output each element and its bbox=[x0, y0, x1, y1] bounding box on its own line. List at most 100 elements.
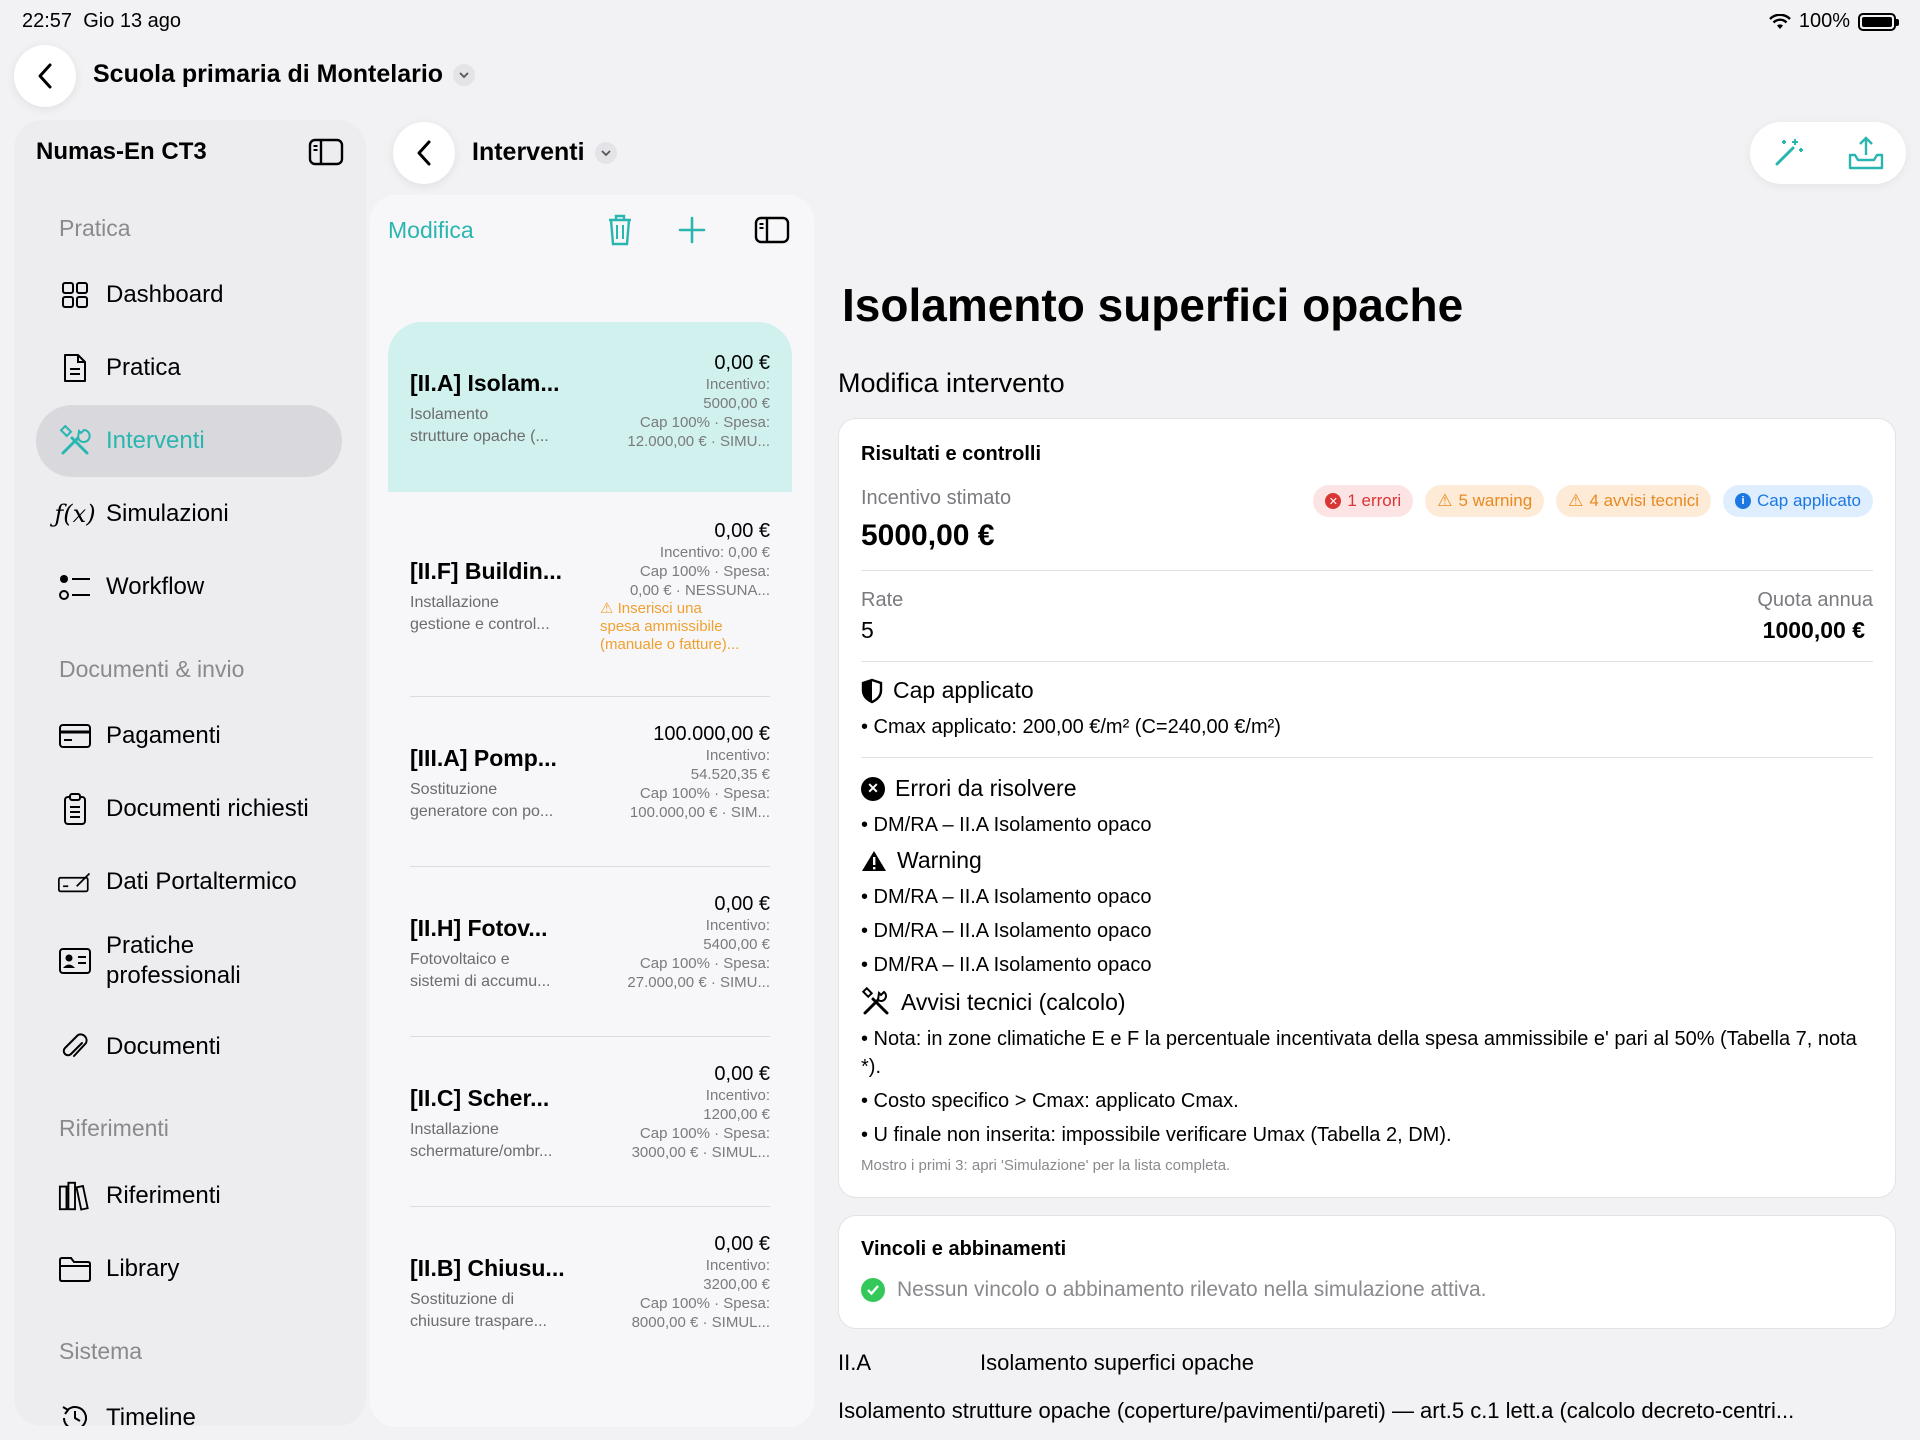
section-title: Modifica intervento bbox=[838, 368, 1065, 398]
error-circle-icon: ✕ bbox=[861, 776, 885, 801]
error-icon: ✕ bbox=[1325, 493, 1342, 509]
cap-badge[interactable]: i Cap applicato bbox=[1723, 485, 1873, 517]
sidebar-item-dashboard[interactable]: Dashboard bbox=[36, 259, 342, 331]
tech-line: • Nota: in zone climatiche E e F la perc… bbox=[861, 1028, 1857, 1078]
item-subtitle: Fotovoltaico e sistemi di accumu... bbox=[410, 951, 551, 990]
sidebar-item-label: Interventi bbox=[106, 427, 205, 454]
document-icon bbox=[58, 351, 92, 385]
sidebar-item-label: Dashboard bbox=[106, 281, 224, 308]
item-warning: ⚠ Inserisci una bbox=[600, 600, 702, 617]
list-title: Interventi bbox=[472, 138, 585, 166]
sidebar-item-documenti-richiesti[interactable]: Documenti richiesti bbox=[36, 773, 342, 845]
sidebar-item-label: Pratiche professionali bbox=[106, 932, 241, 989]
constraints-card: Vincoli e abbinamenti Nessun vincolo o a… bbox=[838, 1215, 1896, 1329]
edit-button[interactable]: Modifica bbox=[388, 217, 474, 244]
warning-icon: ⚠ bbox=[1437, 491, 1453, 510]
status-right: 100% bbox=[1768, 10, 1899, 33]
constraints-status: Nessun vincolo o abbinamento rilevato ne… bbox=[861, 1278, 1487, 1302]
chevron-left-icon bbox=[417, 140, 431, 166]
item-subtitle: Sostituzione di chiusure traspare... bbox=[410, 1291, 547, 1330]
sidebar-item-riferimenti[interactable]: Riferimenti bbox=[36, 1160, 342, 1232]
errors-badge[interactable]: ✕ 1 errori bbox=[1313, 485, 1414, 517]
list-back-button[interactable] bbox=[393, 122, 455, 184]
share-tray-icon[interactable] bbox=[1847, 135, 1885, 171]
tools-icon bbox=[58, 424, 92, 458]
back-button[interactable] bbox=[14, 45, 76, 107]
item-values: 0,00 € Incentivo: 0,00 € Cap 100% · Spes… bbox=[600, 520, 770, 653]
warning-icon: ⚠ bbox=[1568, 491, 1584, 510]
paperclip-icon bbox=[58, 1030, 92, 1064]
item-subtitle: Installazione gestione e control... bbox=[410, 594, 550, 633]
item-title: [II.H] Fotov... bbox=[410, 915, 548, 941]
sidebar-item-workflow[interactable]: Workflow bbox=[36, 551, 342, 623]
constraints-header: Vincoli e abbinamenti bbox=[861, 1238, 1067, 1260]
list-item[interactable]: [III.A] Pomp... Sostituzione generatore c… bbox=[388, 697, 792, 867]
item-title: [II.C] Scher... bbox=[410, 1085, 550, 1111]
list-item[interactable]: [II.B] Chiusu... Sostituzione di chiusure… bbox=[388, 1207, 792, 1377]
intervention-code: II.A bbox=[838, 1350, 872, 1375]
sidebar-title: Numas-En CT3 bbox=[36, 138, 207, 165]
warning-line: • DM/RA – II.A Isolamento opaco bbox=[861, 954, 1152, 976]
history-icon bbox=[58, 1401, 92, 1426]
sidebar-item-library[interactable]: Library bbox=[36, 1233, 342, 1305]
incentive-label: Incentivo stimato bbox=[861, 487, 1012, 509]
sidebar-item-label: Pratica bbox=[106, 354, 181, 381]
sidebar-item-label: Timeline bbox=[106, 1404, 196, 1426]
magic-wand-icon[interactable] bbox=[1771, 136, 1805, 170]
sidebar-item-timeline[interactable]: Timeline bbox=[36, 1382, 342, 1426]
trash-icon[interactable] bbox=[606, 213, 634, 247]
chevron-down-icon bbox=[453, 63, 476, 86]
project-title-menu[interactable]: Scuola primaria di Montelario bbox=[93, 60, 476, 89]
tech-badge[interactable]: ⚠ 4 avvisi tecnici bbox=[1556, 485, 1712, 517]
results-header: Risultati e controlli bbox=[861, 443, 1042, 465]
item-title: [III.A] Pomp... bbox=[410, 745, 557, 771]
sidebar-item-label: Documenti richiesti bbox=[106, 795, 309, 822]
tech-section-header: Avvisi tecnici (calcolo) bbox=[861, 987, 1126, 1017]
sidebar-item-label: Riferimenti bbox=[106, 1182, 221, 1209]
cap-section-header: Cap applicato bbox=[861, 677, 1034, 704]
results-card: Risultati e controlli Incentivo stimato … bbox=[838, 418, 1896, 1198]
sidebar: Numas-En CT3 Pratica Dashboard Pratica I… bbox=[14, 120, 366, 1426]
sidebar-item-documenti[interactable]: Documenti bbox=[36, 1011, 342, 1083]
sidebar-toggle-icon[interactable] bbox=[754, 216, 790, 244]
books-icon bbox=[58, 1179, 92, 1213]
warnings-badge[interactable]: ⚠ 5 warning bbox=[1425, 485, 1545, 517]
list-item[interactable]: [II.A] Isolam... Isolamento strutture opa… bbox=[388, 322, 792, 492]
list-title-menu[interactable]: Interventi bbox=[472, 138, 617, 167]
quota-value: 1000,00 € bbox=[1762, 617, 1865, 643]
info-icon: i bbox=[1735, 493, 1752, 509]
item-values: 0,00 € Incentivo: 3200,00 € Cap 100% · S… bbox=[631, 1233, 770, 1331]
sidebar-item-label: Workflow bbox=[106, 573, 205, 600]
list-item[interactable]: [II.H] Fotov... Fotovoltaico e sistemi di… bbox=[388, 867, 792, 1037]
interventi-list: Modifica [II.A] Isolam... Isolamento stru… bbox=[370, 195, 814, 1427]
incentive-value: 5000,00 € bbox=[861, 519, 995, 552]
list-item[interactable]: [II.C] Scher... Installazione schermature… bbox=[388, 1037, 792, 1207]
list-item[interactable]: [II.F] Buildin... Installazione gestione … bbox=[388, 492, 792, 697]
sidebar-item-interventi[interactable]: Interventi bbox=[36, 405, 342, 477]
battery-percent: 100% bbox=[1798, 10, 1850, 32]
footnote: Mostro i primi 3: apri 'Simulazione' per… bbox=[861, 1157, 1231, 1174]
shield-icon bbox=[861, 678, 883, 703]
cap-line: • Cmax applicato: 200,00 €/m² (C=240,00 … bbox=[861, 716, 1281, 738]
tech-line: • Costo specifico > Cmax: applicato Cmax… bbox=[861, 1090, 1239, 1112]
errors-section-header: ✕ Errori da risolvere bbox=[861, 775, 1077, 802]
workflow-icon bbox=[58, 570, 92, 604]
section-documenti: Documenti & invio bbox=[59, 656, 245, 682]
sidebar-item-label: Dati Portaltermico bbox=[106, 868, 297, 895]
intervention-name: Isolamento superfici opache bbox=[980, 1350, 1254, 1375]
sidebar-item-simulazioni[interactable]: ƒ(x) Simulazioni bbox=[36, 478, 342, 550]
sidebar-item-pagamenti[interactable]: Pagamenti bbox=[36, 700, 342, 772]
item-title: [II.F] Buildin... bbox=[410, 558, 563, 584]
plus-icon[interactable] bbox=[678, 216, 706, 244]
rate-label: Rate bbox=[861, 589, 904, 611]
sidebar-item-pratica[interactable]: Pratica bbox=[36, 332, 342, 404]
top-actions bbox=[1750, 122, 1906, 184]
item-subtitle: Isolamento strutture opache (... bbox=[410, 406, 549, 445]
clipboard-icon bbox=[58, 792, 92, 826]
sidebar-item-dati-portaltermico[interactable]: Dati Portaltermico bbox=[36, 846, 342, 918]
sidebar-item-label: Documenti bbox=[106, 1033, 221, 1060]
sidebar-toggle-icon[interactable] bbox=[308, 138, 344, 166]
chevron-left-icon bbox=[38, 63, 52, 89]
sidebar-item-pratiche-professionali[interactable]: Pratiche professionali bbox=[36, 919, 342, 1003]
function-icon: ƒ(x) bbox=[54, 500, 96, 528]
